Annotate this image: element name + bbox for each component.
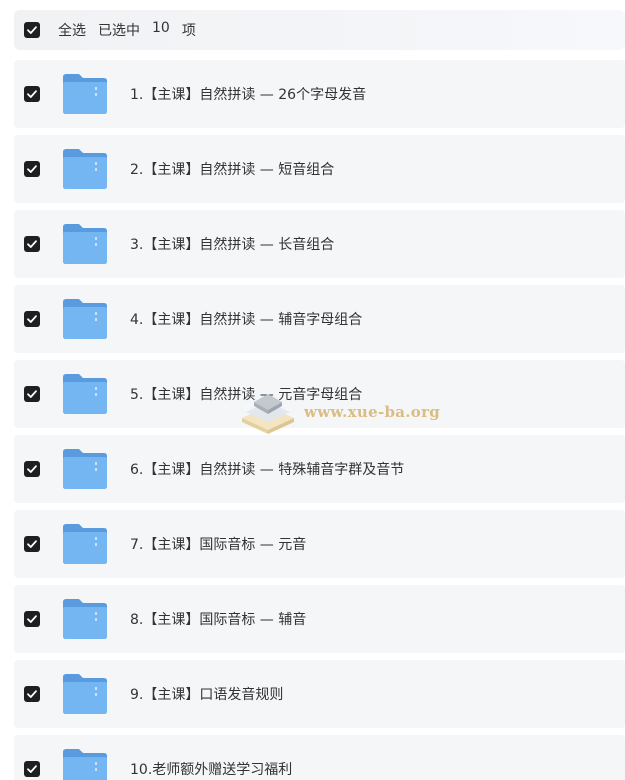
- folder-icon: [62, 523, 108, 565]
- item-label[interactable]: 6.【主课】自然拼读 — 特殊辅音字群及音节: [130, 459, 404, 479]
- item-checkbox[interactable]: [24, 611, 40, 627]
- checkmark-icon: [27, 765, 37, 773]
- folder-icon: [62, 673, 108, 715]
- list-item[interactable]: 2.【主课】自然拼读 — 短音组合: [14, 135, 625, 203]
- item-label[interactable]: 3.【主课】自然拼读 — 长音组合: [130, 234, 334, 254]
- item-checkbox[interactable]: [24, 686, 40, 702]
- item-checkbox[interactable]: [24, 536, 40, 552]
- checkmark-icon: [27, 240, 37, 248]
- folder-icon: [62, 73, 108, 115]
- item-checkbox[interactable]: [24, 311, 40, 327]
- list-item[interactable]: 3.【主课】自然拼读 — 长音组合: [14, 210, 625, 278]
- folder-icon: [62, 598, 108, 640]
- item-label[interactable]: 9.【主课】口语发音规则: [130, 684, 283, 704]
- checkmark-icon: [27, 615, 37, 623]
- list-item[interactable]: 9.【主课】口语发音规则: [14, 660, 625, 728]
- item-checkbox[interactable]: [24, 386, 40, 402]
- folder-icon: [62, 148, 108, 190]
- checkmark-icon: [27, 390, 37, 398]
- list-item[interactable]: 10.老师额外赠送学习福利: [14, 735, 625, 780]
- item-label[interactable]: 7.【主课】国际音标 — 元音: [130, 534, 306, 554]
- checkmark-icon: [27, 690, 37, 698]
- folder-icon: [62, 298, 108, 340]
- list-item[interactable]: 6.【主课】自然拼读 — 特殊辅音字群及音节: [14, 435, 625, 503]
- item-checkbox[interactable]: [24, 161, 40, 177]
- item-label[interactable]: 5.【主课】自然拼读 — 元音字母组合: [130, 384, 362, 404]
- item-label[interactable]: 1.【主课】自然拼读 — 26个字母发音: [130, 84, 366, 104]
- item-label[interactable]: 2.【主课】自然拼读 — 短音组合: [130, 159, 334, 179]
- item-label[interactable]: 8.【主课】国际音标 — 辅音: [130, 609, 306, 629]
- item-checkbox[interactable]: [24, 86, 40, 102]
- checkmark-icon: [27, 165, 37, 173]
- checkmark-icon: [27, 540, 37, 548]
- checkmark-icon: [27, 315, 37, 323]
- item-checkbox[interactable]: [24, 461, 40, 477]
- list-item[interactable]: 8.【主课】国际音标 — 辅音: [14, 585, 625, 653]
- folder-icon: [62, 748, 108, 780]
- folder-icon: [62, 373, 108, 415]
- list-item[interactable]: 7.【主课】国际音标 — 元音: [14, 510, 625, 578]
- item-label[interactable]: 10.老师额外赠送学习福利: [130, 759, 292, 779]
- checkmark-icon: [27, 465, 37, 473]
- folder-icon: [62, 448, 108, 490]
- list-item[interactable]: 5.【主课】自然拼读 — 元音字母组合: [14, 360, 625, 428]
- file-selection-page: 全选 已选中 10 项 1.【主课】自然拼读 — 26个字母发音 2.【主课】自然…: [0, 0, 625, 780]
- list-item[interactable]: 1.【主课】自然拼读 — 26个字母发音: [14, 60, 625, 128]
- item-checkbox[interactable]: [24, 761, 40, 777]
- list-item[interactable]: 4.【主课】自然拼读 — 辅音字母组合: [14, 285, 625, 353]
- checkmark-icon: [27, 90, 37, 98]
- folder-icon: [62, 223, 108, 265]
- file-list: 1.【主课】自然拼读 — 26个字母发音 2.【主课】自然拼读 — 短音组合 3.【…: [0, 0, 625, 780]
- item-checkbox[interactable]: [24, 236, 40, 252]
- item-label[interactable]: 4.【主课】自然拼读 — 辅音字母组合: [130, 309, 362, 329]
